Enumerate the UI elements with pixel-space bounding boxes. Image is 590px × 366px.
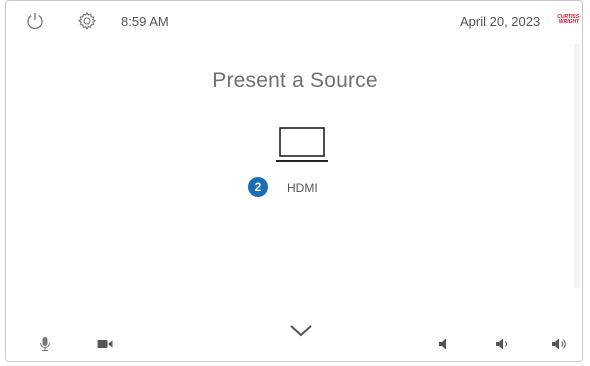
volume-up-icon[interactable] [550,336,572,352]
top-bar: 8:59 AM April 20, 2023 CURTISS- WRIGHT [0,0,590,44]
brand-logo-line2: WRIGHT [558,19,580,25]
current-date: April 20, 2023 [460,14,541,29]
brand-logo: CURTISS- WRIGHT [556,15,582,29]
camera-icon[interactable] [96,338,114,350]
source-tile-hdmi[interactable]: 2 HDMI [240,120,350,200]
page-title: Present a Source [212,69,378,93]
laptop-icon [276,126,332,169]
gear-icon[interactable] [76,10,98,32]
chevron-down-icon[interactable] [288,322,314,340]
clock-time: 8:59 AM [121,14,169,29]
source-label: HDMI [287,181,318,195]
volume-down-icon[interactable] [493,336,513,352]
scroll-track [574,44,580,288]
power-icon[interactable] [24,10,46,32]
source-number-badge: 2 [248,177,268,197]
volume-mute-icon[interactable] [436,336,452,352]
microphone-icon[interactable] [38,336,52,352]
